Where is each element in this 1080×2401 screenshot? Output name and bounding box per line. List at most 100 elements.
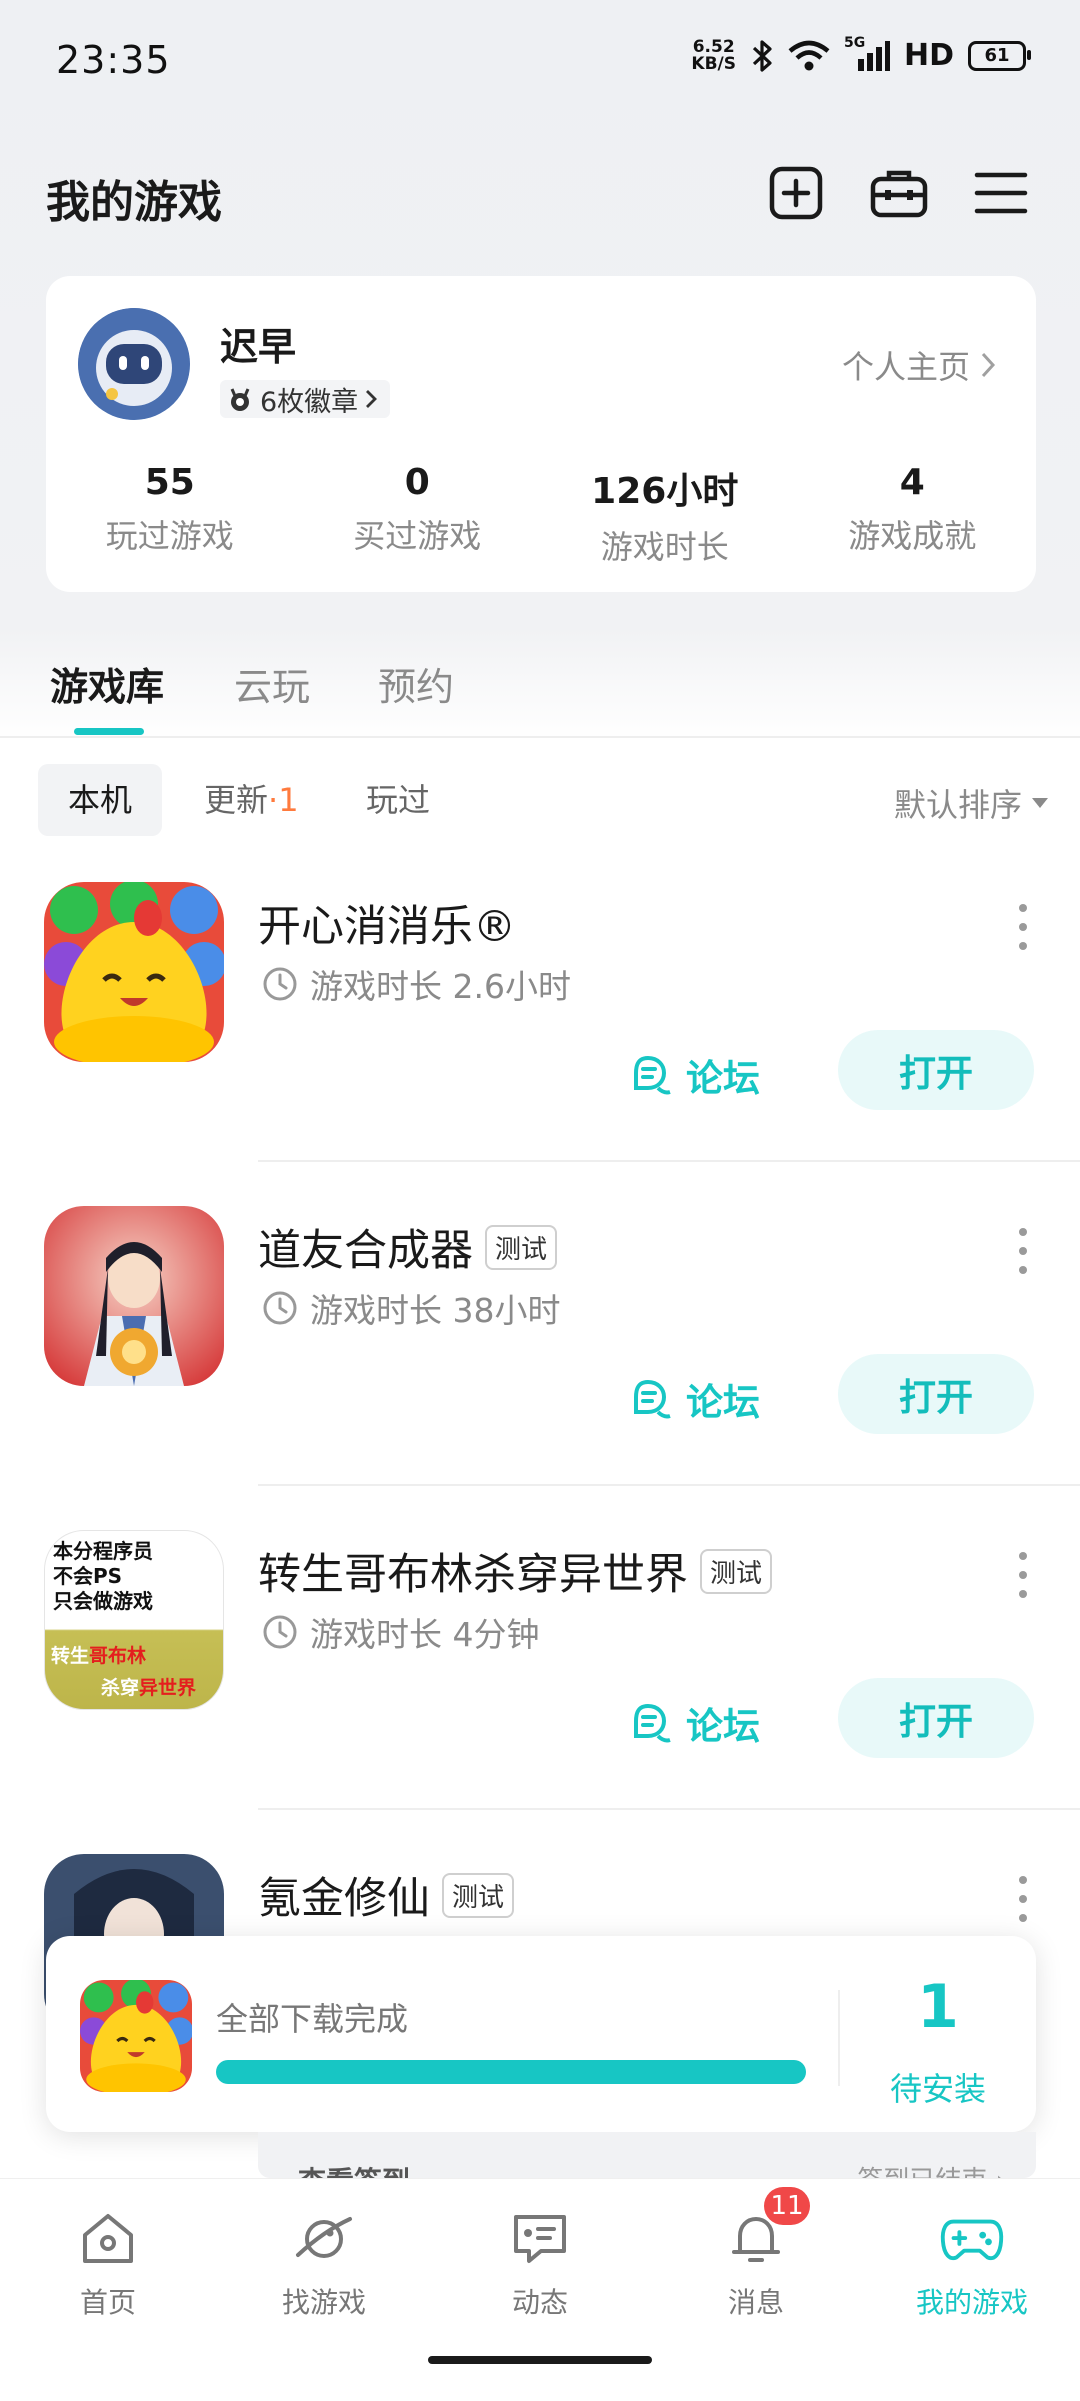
nav-feed[interactable]: 动态 bbox=[432, 2207, 648, 2321]
tabs-divider bbox=[0, 736, 1080, 738]
download-status-text: 全部下载完成 bbox=[216, 2000, 409, 2038]
unread-badge: 11 bbox=[764, 2187, 810, 2225]
home-icon bbox=[83, 2214, 133, 2263]
nav-label: 首页 bbox=[79, 2286, 136, 2319]
open-button[interactable]: 打开 bbox=[838, 1678, 1034, 1758]
add-icon bbox=[769, 166, 823, 220]
nav-messages[interactable]: 11 消息 bbox=[648, 2187, 864, 2321]
game-title[interactable]: 转生哥布林杀穿异世界 测试 bbox=[258, 1540, 773, 1602]
caret-down-icon bbox=[1032, 798, 1048, 808]
more-options-button[interactable] bbox=[1018, 904, 1028, 950]
profile-stats: 55 玩过游戏 0 买过游戏 126小时 游戏时长 4 游戏成就 bbox=[46, 462, 1036, 568]
username: 迟早 bbox=[220, 325, 297, 369]
forum-icon bbox=[634, 1055, 671, 1095]
stat-label: 游戏时长 bbox=[600, 528, 729, 566]
nav-discover[interactable]: 找游戏 bbox=[216, 2207, 432, 2321]
game-item[interactable]: 道友合成器 测试 游戏时长 38小时 论坛 打开 bbox=[0, 1206, 1080, 1531]
stat-value: 0 bbox=[404, 462, 430, 503]
stat-label: 玩过游戏 bbox=[105, 517, 234, 555]
row-divider bbox=[258, 1808, 1080, 1810]
more-options-button[interactable] bbox=[1018, 1552, 1028, 1598]
download-status-panel[interactable]: 全部下载完成 1 待安装 bbox=[46, 1936, 1036, 2132]
stat-playtime[interactable]: 126小时 游戏时长 bbox=[541, 462, 789, 568]
forum-icon bbox=[634, 1703, 671, 1743]
game-title[interactable]: 开心消消乐® bbox=[258, 892, 516, 954]
test-tag: 测试 bbox=[485, 1224, 558, 1270]
menu-icon bbox=[974, 172, 1028, 214]
game-playtime: 游戏时长 38小时 bbox=[262, 1284, 560, 1332]
battery-icon: 61 bbox=[968, 40, 1031, 71]
pending-install-count[interactable]: 1 bbox=[840, 1972, 1036, 2042]
game-title[interactable]: 道友合成器 测试 bbox=[258, 1216, 558, 1278]
game-icon[interactable] bbox=[44, 882, 224, 1062]
row-divider bbox=[258, 1484, 1080, 1486]
stat-games-bought[interactable]: 0 买过游戏 bbox=[294, 462, 542, 568]
forum-button[interactable]: 论坛 bbox=[628, 1372, 760, 1426]
nav-home[interactable]: 首页 bbox=[0, 2207, 216, 2321]
forum-button[interactable]: 论坛 bbox=[628, 1048, 760, 1102]
download-progress-bar bbox=[216, 2060, 806, 2084]
chevron-right-icon bbox=[366, 390, 378, 408]
stat-games-played[interactable]: 55 玩过游戏 bbox=[46, 462, 294, 568]
cellular-signal: 5G bbox=[844, 35, 890, 73]
open-button[interactable]: 打开 bbox=[838, 1354, 1034, 1434]
test-tag: 测试 bbox=[700, 1548, 773, 1594]
hd-indicator: HD bbox=[903, 38, 954, 73]
subtab-local[interactable]: 本机 bbox=[38, 764, 163, 836]
clock-icon bbox=[263, 1291, 297, 1325]
profile-card: 迟早 6枚徽章 个人主页 55 玩过游戏 0 买过游戏 126小时 游戏时长 4… bbox=[46, 276, 1036, 592]
toolbox-button[interactable] bbox=[866, 160, 932, 226]
profile-homepage-link[interactable]: 个人主页 bbox=[842, 342, 996, 388]
more-options-button[interactable] bbox=[1018, 1876, 1028, 1922]
update-separator: · bbox=[268, 781, 279, 819]
game-playtime: 游戏时长 2.6小时 bbox=[262, 960, 571, 1008]
menu-button[interactable] bbox=[968, 160, 1034, 226]
stat-label: 买过游戏 bbox=[353, 517, 482, 555]
game-icon[interactable] bbox=[44, 1206, 224, 1386]
sort-label: 默认排序 bbox=[893, 786, 1022, 824]
stat-label: 游戏成就 bbox=[848, 517, 977, 555]
forum-button[interactable]: 论坛 bbox=[628, 1696, 760, 1750]
row-divider bbox=[258, 1160, 1080, 1162]
wifi-icon bbox=[788, 40, 830, 70]
forum-icon bbox=[634, 1379, 671, 1419]
pending-install-label[interactable]: 待安装 bbox=[840, 2064, 1036, 2110]
active-tab-indicator bbox=[74, 728, 144, 735]
more-options-button[interactable] bbox=[1018, 1228, 1028, 1274]
checkin-strip[interactable]: 查看签到 签到已结束 › bbox=[258, 2132, 1036, 2178]
clock-icon bbox=[263, 967, 297, 1001]
badges-count: 6枚徽章 bbox=[260, 386, 359, 418]
happy-chick-icon bbox=[44, 882, 224, 1062]
game-item[interactable]: 本分程序员 不会PS 只会做游戏 转生哥布林 杀穿异世界 转生哥布林杀穿异世界测… bbox=[0, 1530, 1080, 1855]
nav-my-games[interactable]: 我的游戏 bbox=[864, 2207, 1080, 2321]
nav-label: 动态 bbox=[511, 2286, 568, 2319]
page-title: 我的游戏 bbox=[46, 177, 222, 228]
stat-achievements[interactable]: 4 游戏成就 bbox=[789, 462, 1037, 568]
subtab-updates-label: 更新 bbox=[204, 781, 269, 819]
update-count: 1 bbox=[278, 781, 299, 819]
tab-cloud-play[interactable]: 云玩 bbox=[234, 656, 310, 711]
chevron-right-icon bbox=[981, 352, 996, 378]
tab-game-library[interactable]: 游戏库 bbox=[50, 656, 164, 711]
clock-icon bbox=[263, 1615, 297, 1649]
badges-button[interactable]: 6枚徽章 bbox=[220, 380, 391, 418]
game-item[interactable]: 开心消消乐® 游戏时长 2.6小时 论坛 打开 bbox=[0, 882, 1080, 1207]
open-button[interactable]: 打开 bbox=[838, 1030, 1034, 1110]
subtab-updates[interactable]: 更新·1 bbox=[174, 764, 329, 836]
game-icon[interactable]: 本分程序员 不会PS 只会做游戏 转生哥布林 杀穿异世界 bbox=[44, 1530, 224, 1710]
chat-icon bbox=[514, 2215, 566, 2263]
goblin-icon-text: 本分程序员 不会PS 只会做游戏 bbox=[53, 1539, 153, 1613]
bluetooth-icon bbox=[752, 39, 772, 72]
status-icons: 6.52 KB/S 5G HD 61 bbox=[691, 35, 1031, 74]
game-title[interactable]: 氪金修仙 测试 bbox=[258, 1864, 515, 1926]
add-button[interactable] bbox=[763, 160, 829, 226]
home-indicator[interactable] bbox=[428, 2356, 652, 2364]
game-playtime: 游戏时长 4分钟 bbox=[262, 1608, 540, 1656]
net-speed: 6.52 KB/S bbox=[691, 36, 736, 74]
avatar[interactable] bbox=[78, 308, 190, 420]
subtab-played[interactable]: 玩过 bbox=[336, 764, 460, 836]
goblin-icon-caption: 转生哥布林 bbox=[51, 1645, 147, 1667]
tab-reservations[interactable]: 预约 bbox=[378, 656, 454, 711]
sort-dropdown[interactable]: 默认排序 bbox=[894, 780, 1048, 826]
goblin-icon-caption-2: 杀穿异世界 bbox=[101, 1677, 197, 1699]
